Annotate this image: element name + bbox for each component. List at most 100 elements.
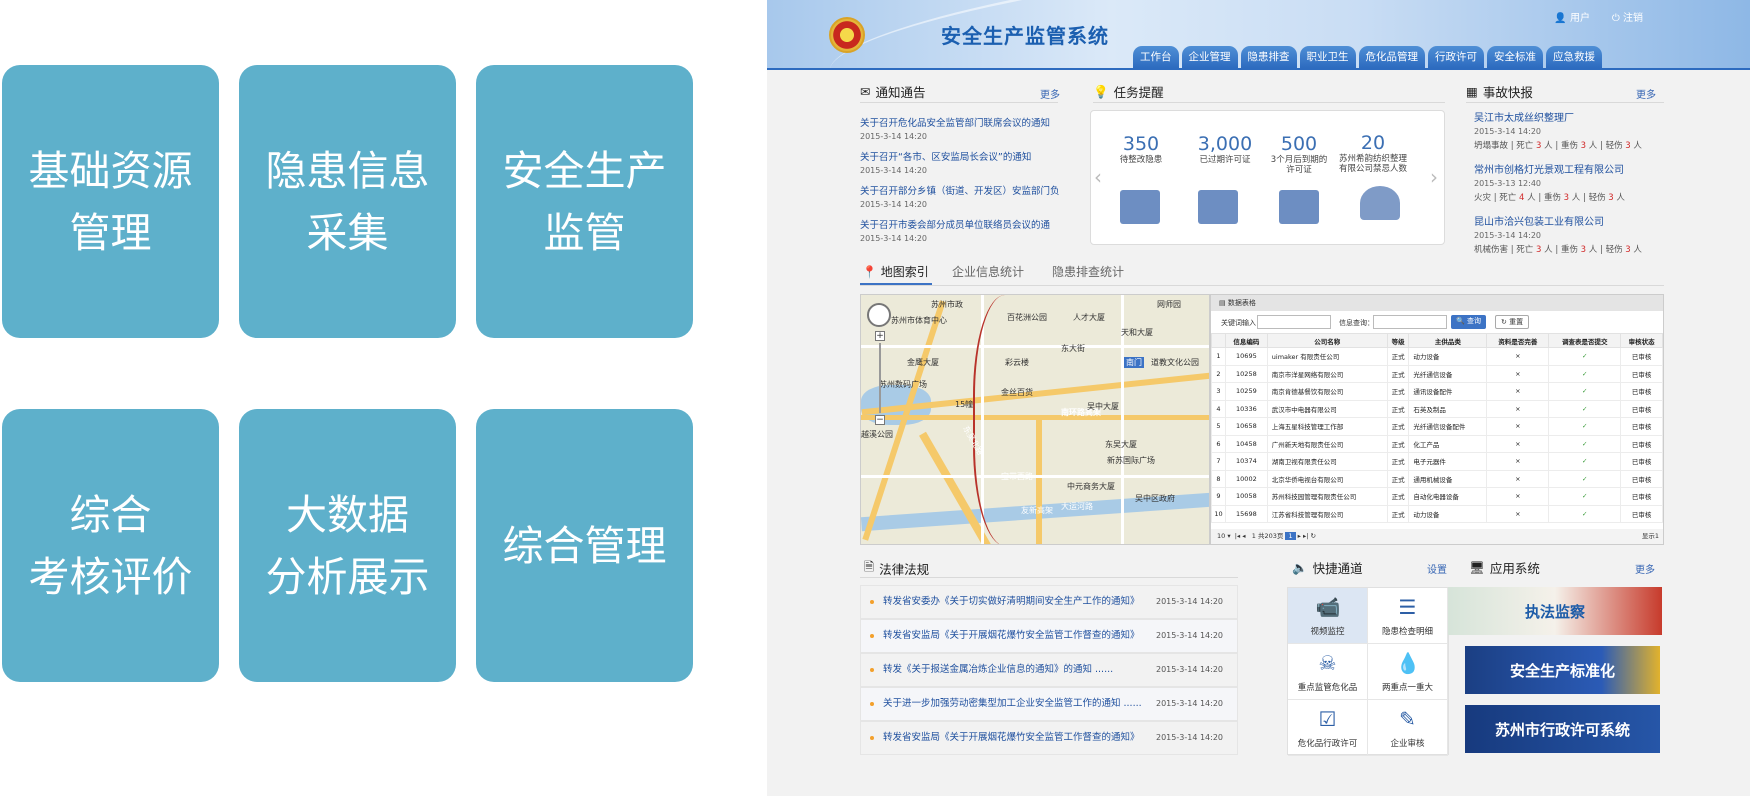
banner-safety-standardization[interactable]: 安全生产标准化 — [1465, 646, 1660, 694]
search-button[interactable]: 🔍 查询 — [1451, 315, 1486, 329]
quick-channels: 📹 视频监控 ☰ 隐患检查明细 ☠ 重点监管危化品 💧 两重点一重大 ☑ 危化品行政许可 … — [1287, 587, 1449, 756]
drops-icon: 💧 — [1395, 651, 1421, 675]
quick-hazard-details[interactable]: ☰ 隐患检查明细 — [1368, 588, 1448, 644]
law-item[interactable]: 转发《关于报送金属冶炼企业信息的通知》的通知 ...... 2015-3-14 1… — [860, 653, 1238, 687]
logout-link[interactable]: ⏻ 注销 — [1612, 9, 1643, 24]
table-cell: 正式 — [1386, 504, 1410, 523]
table-cell: 10 — [1211, 504, 1226, 523]
quick-two-key-one-major[interactable]: 💧 两重点一重大 — [1368, 644, 1448, 700]
table-cell: 已审核 — [1620, 382, 1663, 401]
nav-hazard[interactable]: 隐患排查 — [1240, 46, 1297, 68]
table-row[interactable]: 7 10374 湖南卫视有限责任公司 正式 电子元器件 × ✓ 已审核 — [1211, 452, 1663, 471]
nav-chemicals[interactable]: 危化品管理 — [1358, 46, 1425, 68]
table-row[interactable]: 3 10259 南京肯德基餐饮有限公司 正式 通讯设备配件 × ✓ 已审核 — [1211, 382, 1663, 401]
nav-workbench[interactable]: 工作台 — [1133, 46, 1179, 68]
notice-item[interactable]: 关于召开市委会部分成员单位联络员会议的通 2015-3-14 14:20 — [860, 217, 1070, 243]
col-level: 等级 — [1386, 333, 1410, 348]
notices-more-link[interactable]: 更多 — [1040, 86, 1060, 101]
law-item[interactable]: 关于进一步加强劳动密集型加工企业安全监管工作的通知 ...... 2015-3-1… — [860, 687, 1238, 721]
table-cell: 上海五星科技管理工作部 — [1266, 417, 1388, 436]
grid-icon: ▦ — [1466, 84, 1478, 99]
table-cell: ✓ — [1548, 487, 1622, 506]
task-stat[interactable]: 500 3个月后到期的 许可证 — [1264, 133, 1334, 175]
system-title: 安全生产监管系统 — [941, 24, 1109, 48]
quick-key-chemicals[interactable]: ☠ 重点监管危化品 — [1288, 644, 1368, 700]
table-cell: × — [1486, 364, 1550, 383]
carousel-next-icon[interactable]: › — [1430, 165, 1438, 189]
task-stat[interactable]: 20 苏州希韵纺织整理 有限公司禁忌人数 — [1327, 132, 1419, 174]
nav-permits[interactable]: 行政许可 — [1428, 46, 1484, 68]
quick-chemical-permit[interactable]: ☑ 危化品行政许可 — [1288, 700, 1368, 756]
map-zoom-in-button[interactable]: + — [875, 331, 885, 341]
table-row[interactable]: 6 10458 广州新天地有限责任公司 正式 化工产品 × ✓ 已审核 — [1211, 434, 1663, 453]
notice-item[interactable]: 关于召开“各市、区安监局长会议”的通知 2015-3-14 14:20 — [860, 149, 1070, 175]
nav-enterprise[interactable]: 企业管理 — [1181, 46, 1238, 68]
info-query-input[interactable] — [1373, 315, 1447, 329]
accident-item[interactable]: 常州市创格灯光景观工程有限公司 2015-3-13 12:40 火灾 | 死亡 … — [1474, 161, 1664, 203]
table-cell: 湖南卫视有限责任公司 — [1266, 452, 1388, 471]
table-row[interactable]: 9 10058 苏州科技园管理有限责任公司 正式 自动化电器设备 × ✓ 已审核 — [1211, 487, 1663, 506]
keyword-input[interactable] — [1257, 315, 1331, 329]
table-cell: 10058 — [1225, 487, 1268, 506]
table-cell: 武汉市中电器有限公司 — [1266, 399, 1388, 418]
table-row[interactable]: 5 10658 上海五星科技管理工作部 正式 光纤通信设备配件 × ✓ 已审核 — [1211, 417, 1663, 436]
enterprise-data-grid: ▤ 数据表格 关键词输入： 信息查询： 🔍 查询 ↻ 重置 信息编码 公司名称 … — [1210, 294, 1664, 545]
law-item[interactable]: 转发省安监局《关于开展烟花爆竹安全监管工作督查的通知》 2015-3-14 14:… — [860, 721, 1238, 755]
tile-comprehensive-assessment[interactable]: 综合 考核评价 — [2, 409, 219, 682]
page-input[interactable]: 1 — [1252, 532, 1256, 540]
document-icon: 🗎 — [864, 559, 875, 574]
table-cell: 已审核 — [1620, 434, 1663, 453]
map-view[interactable]: 苏州市政 苏州市体育中心 百花洲公园 人才大厦 网师园 天和大厦 南门 道教文化… — [860, 294, 1210, 545]
nav-occupational-health[interactable]: 职业卫生 — [1299, 46, 1356, 68]
reset-button[interactable]: ↻ 重置 — [1495, 315, 1530, 329]
apps-more-link[interactable]: 更多 — [1635, 561, 1655, 576]
table-cell: 10374 — [1225, 452, 1268, 471]
tile-basic-resources[interactable]: 基础资源 管理 — [2, 65, 219, 338]
table-cell: 自动化电器设备 — [1408, 487, 1488, 506]
law-item[interactable]: 转发省安委办《关于切实做好清明期间安全生产工作的通知》 2015-3-14 14:… — [860, 585, 1238, 619]
map-zoom-out-button[interactable]: − — [875, 415, 885, 425]
accidents-more-link[interactable]: 更多 — [1636, 86, 1656, 101]
accident-item[interactable]: 吴江市太成丝织整理厂 2015-3-14 14:20 坍塌事故 | 死亡 3 人… — [1474, 109, 1664, 151]
task-stat[interactable]: 350 待整改隐患 — [1106, 133, 1176, 165]
table-cell: 已审核 — [1620, 417, 1663, 436]
notice-item[interactable]: 关于召开部分乡镇（街道、开发区）安监部门负 2015-3-14 14:20 — [860, 183, 1070, 209]
tile-hazard-collection[interactable]: 隐患信息 采集 — [239, 65, 456, 338]
map-pan-control[interactable] — [867, 303, 891, 327]
task-stat[interactable]: 3,000 已过期许可证 — [1190, 133, 1260, 165]
app-screenshot: 安全生产监管系统 👤 用户 ⏻ 注销 工作台 企业管理 隐患排查 职业卫生 危化… — [767, 0, 1750, 796]
tile-safety-supervision[interactable]: 安全生产 监管 — [476, 65, 693, 338]
map-zoom-slider[interactable] — [879, 343, 881, 413]
nav-emergency[interactable]: 应急救援 — [1546, 46, 1602, 68]
tab-enterprise-stats[interactable]: 企业信息统计 — [952, 263, 1024, 280]
table-row[interactable]: 8 10002 北京华侨电视台有限公司 正式 通用机械设备 × ✓ 已审核 — [1211, 469, 1663, 488]
table-cell: 已审核 — [1620, 399, 1663, 418]
user-link[interactable]: 👤 用户 — [1554, 9, 1590, 24]
table-cell: 正式 — [1386, 417, 1410, 436]
banner-law-enforcement[interactable]: 执法监察 — [1448, 587, 1662, 635]
quick-enterprise-audit[interactable]: ✎ 企业审核 — [1368, 700, 1448, 756]
law-item[interactable]: 转发省安监局《关于开展烟花爆竹安全监管工作督查的通知》 2015-3-14 14:… — [860, 619, 1238, 653]
carousel-prev-icon[interactable]: ‹ — [1094, 165, 1102, 189]
tile-big-data[interactable]: 大数据 分析展示 — [239, 409, 456, 682]
page-current[interactable]: 1 — [1285, 532, 1296, 540]
table-row[interactable]: 1 10695 uimaker 有限责任公司 正式 动力设备 × ✓ 已审核 — [1211, 347, 1663, 366]
table-row[interactable]: 4 10336 武汉市中电器有限公司 正式 石英及制品 × ✓ 已审核 — [1211, 399, 1663, 418]
notice-item[interactable]: 关于召开危化品安全监管部门联席会议的通知 2015-3-14 14:20 — [860, 115, 1070, 141]
table-row[interactable]: 2 10258 南京市洋星网络有限公司 正式 光纤通信设备 × ✓ 已审核 — [1211, 364, 1663, 383]
quick-video-monitor[interactable]: 📹 视频监控 — [1288, 588, 1368, 644]
tab-hazard-stats[interactable]: 隐患排查统计 — [1052, 263, 1124, 280]
table-icon: ▤ — [1219, 299, 1226, 307]
banner-admin-permit-system[interactable]: 苏州市行政许可系统 — [1465, 705, 1660, 753]
laws-title: 🗎 法律法规 — [864, 559, 930, 577]
tab-map-index[interactable]: 📍 地图索引 — [862, 263, 929, 280]
table-row[interactable]: 10 15698 江苏省科技管理有限公司 正式 动力设备 × ✓ 已审核 — [1211, 504, 1663, 523]
nav-standards[interactable]: 安全标准 — [1487, 46, 1543, 68]
tile-comprehensive-management[interactable]: 综合管理 — [476, 409, 693, 682]
page-size-select[interactable]: 10 — [1217, 532, 1225, 540]
table-cell: ✓ — [1548, 399, 1622, 418]
table-cell: 南京肯德基餐饮有限公司 — [1266, 382, 1388, 401]
quick-settings-link[interactable]: 设置 — [1427, 561, 1447, 576]
accident-item[interactable]: 昆山市洽兴包装工业有限公司 2015-3-14 14:20 机械伤害 | 死亡 … — [1474, 213, 1664, 255]
person-warning-icon — [1360, 186, 1400, 220]
